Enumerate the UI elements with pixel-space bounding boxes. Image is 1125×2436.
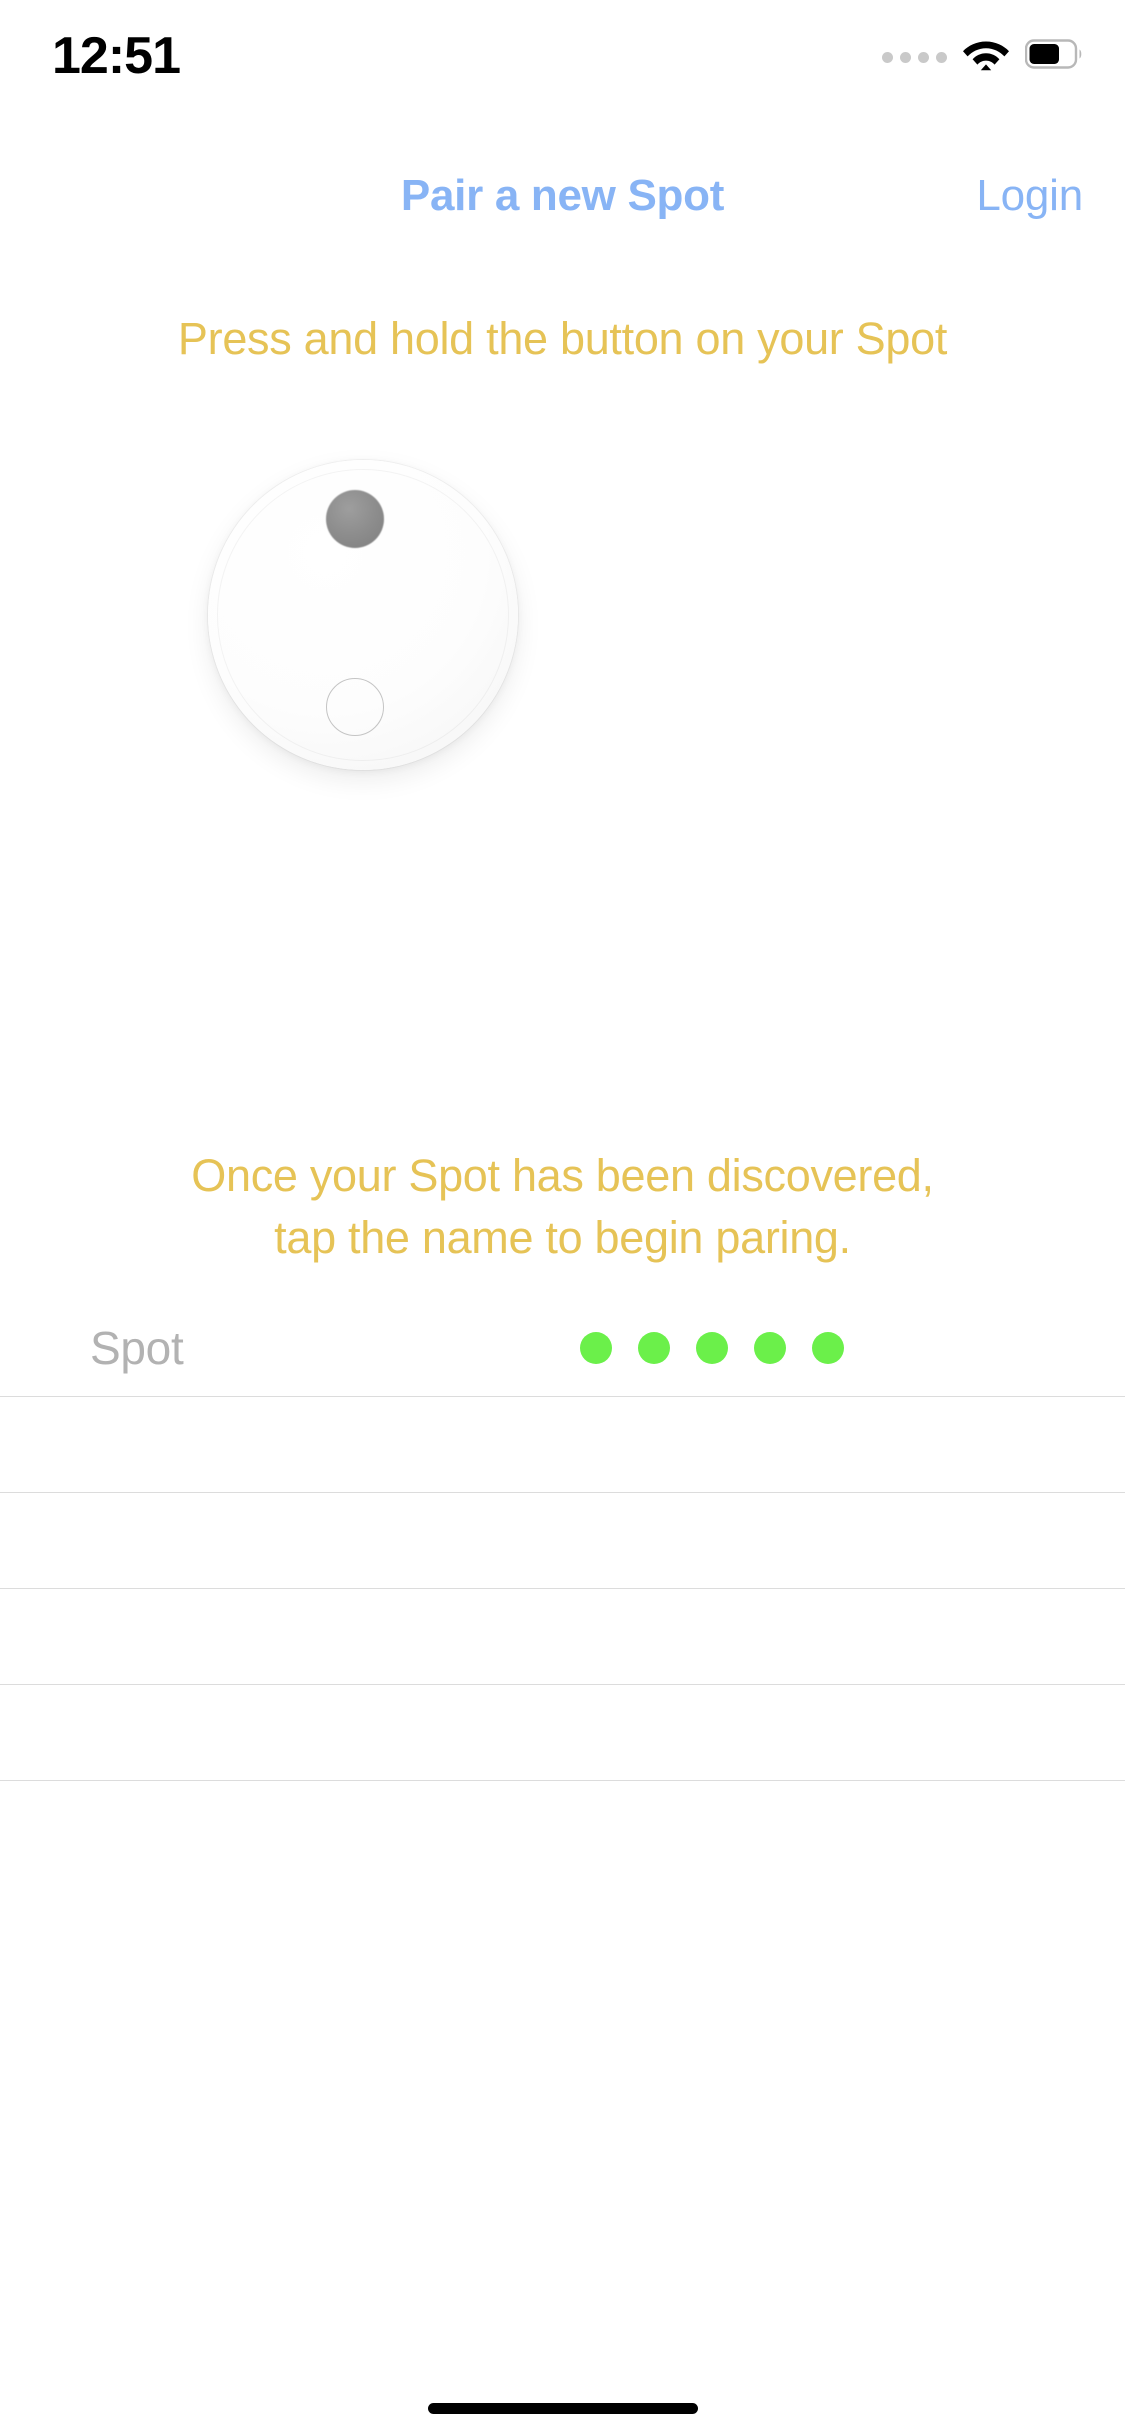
page-title: Pair a new Spot bbox=[400, 171, 725, 220]
list-item[interactable] bbox=[0, 1684, 1125, 1780]
list-item[interactable] bbox=[0, 1780, 1125, 1876]
led-indicator-icon bbox=[326, 490, 384, 548]
status-bar-indicators bbox=[882, 34, 1085, 78]
list-item[interactable] bbox=[0, 1588, 1125, 1684]
login-button[interactable]: Login bbox=[976, 165, 1083, 227]
spot-tracker-puck-icon bbox=[208, 460, 518, 770]
nav-header: Pair a new Spot Login bbox=[0, 165, 1125, 235]
wifi-icon bbox=[963, 37, 1009, 76]
app-screen: 12:51 Pair a new Spot Login Press and ho… bbox=[0, 0, 1125, 2436]
press-button-icon bbox=[326, 678, 384, 736]
instruction-press-hold: Press and hold the button on your Spot bbox=[177, 313, 948, 364]
list-item[interactable] bbox=[0, 1396, 1125, 1492]
instruction-line-2: tap the name to begin paring. bbox=[274, 1212, 851, 1263]
signal-strength-indicator bbox=[580, 1332, 844, 1364]
instruction-tap-name: Once your Spot has been discovered, tap … bbox=[0, 1145, 1125, 1269]
battery-icon bbox=[1024, 38, 1085, 74]
device-name-label: Spot bbox=[90, 1322, 184, 1374]
discovered-device-list: Spot bbox=[0, 1300, 1125, 1876]
spot-device-illustration bbox=[193, 460, 933, 920]
list-item[interactable] bbox=[0, 1492, 1125, 1588]
home-indicator[interactable] bbox=[427, 2403, 698, 2414]
list-item[interactable]: Spot bbox=[0, 1300, 1125, 1396]
status-bar: 12:51 bbox=[0, 0, 1125, 132]
status-bar-time: 12:51 bbox=[52, 27, 181, 85]
instruction-line-1: Once your Spot has been discovered, bbox=[191, 1150, 934, 1201]
signal-dots-icon bbox=[882, 51, 947, 63]
